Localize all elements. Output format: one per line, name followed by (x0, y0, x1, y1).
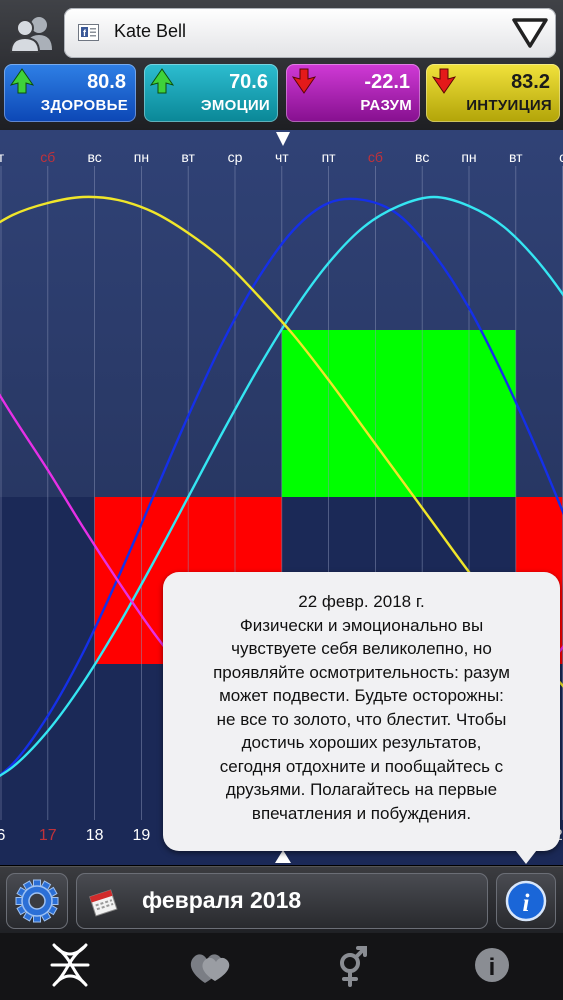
tab-bar: i (0, 933, 563, 1000)
date-label: 6 (0, 827, 6, 844)
mind-indicator[interactable]: -22.1 РАЗУМ (286, 64, 420, 122)
good-day-block (281, 330, 516, 497)
emotion-label: ЭМОЦИИ (200, 97, 270, 114)
health-value: 80.8 (87, 71, 126, 93)
intuition-indicator[interactable]: 83.2 ИНТУИЦИЯ (426, 64, 560, 122)
date-label: 18 (86, 827, 104, 844)
forecast-line: чувствуете себя великолепно, но (231, 639, 492, 658)
info-button[interactable]: i (496, 873, 556, 929)
arrow-down-icon (292, 68, 316, 94)
gender-icon (340, 946, 367, 987)
forecast-line: проявляйте осмотрительность: разум (213, 662, 510, 682)
date-label: 19 (133, 827, 151, 844)
weekday-label: чт (275, 149, 289, 165)
facebook-contact-icon: f (78, 24, 99, 41)
user-selector[interactable]: f Kate Bell (64, 8, 556, 58)
weekday-label: с (559, 149, 563, 165)
weekday-label: вс (87, 149, 101, 165)
intuition-value: 83.2 (511, 71, 550, 93)
month-selector-button[interactable]: февраля 2018 (76, 873, 488, 929)
bottom-toolbar: февраля 2018 i (0, 866, 563, 933)
arrow-up-icon (150, 68, 174, 94)
weekday-label: сб (40, 149, 55, 165)
top-header: f Kate Bell 80.8 ЗДОРОВЬЕ 70.6 ЭМОЦИИ -2… (0, 0, 563, 130)
forecast-line: сегодня отдохните и пообщайтесь с (219, 756, 504, 776)
emotion-indicator[interactable]: 70.6 ЭМОЦИИ (144, 64, 278, 122)
forecast-line: может подвести. Будьте осторожны: (219, 686, 504, 705)
arrow-up-icon (10, 68, 34, 94)
weekday-label: вс (415, 149, 429, 165)
weekday-label: вт (181, 149, 195, 165)
tab-biorhythm[interactable] (30, 939, 110, 991)
weekday-label: ср (228, 149, 243, 165)
forecast-line: Физически и эмоционально вы (239, 615, 484, 635)
settings-button[interactable] (6, 873, 68, 929)
forecast-date: 22 февр. 2018 г. (298, 592, 425, 611)
svg-text:i: i (489, 954, 496, 981)
weekday-label: пт (322, 149, 337, 165)
info-circle-icon: i (505, 880, 547, 922)
tooltip-pointer (512, 846, 540, 864)
forecast-line: достичь хороших результатов, (241, 733, 482, 752)
users-icon (9, 17, 52, 53)
weekday-label: пн (461, 149, 476, 165)
profiles-button[interactable] (8, 12, 56, 56)
tab-about[interactable]: i (452, 939, 532, 991)
forecast-text: 22 февр. 2018 г. Физически и эмоциональн… (175, 590, 548, 825)
forecast-line: друзьями. Полагайтесь на первые (225, 780, 498, 799)
health-indicator[interactable]: 80.8 ЗДОРОВЬЕ (4, 64, 136, 122)
intuition-label: ИНТУИЦИЯ (466, 97, 552, 114)
dropdown-triangle-icon[interactable] (510, 14, 550, 52)
svg-text:i: i (523, 890, 530, 917)
gear-icon (15, 879, 59, 923)
arrow-down-icon (432, 68, 456, 94)
mind-label: РАЗУМ (360, 97, 412, 114)
user-name: Kate Bell (114, 21, 187, 41)
mind-value: -22.1 (364, 71, 410, 93)
weekday-label: вт (509, 149, 523, 165)
forecast-line: впечатления и побуждения. (251, 803, 472, 823)
weekday-label: пн (134, 149, 149, 165)
forecast-line: не все то золото, что блестит. Чтобы (216, 709, 507, 729)
weekday-label: т (0, 149, 5, 165)
date-label: 17 (39, 827, 57, 844)
info-icon: i (475, 948, 509, 982)
biorhythm-icon (50, 943, 90, 987)
tab-compatibility[interactable] (172, 939, 252, 991)
weekday-label: сб (368, 149, 383, 165)
hearts-icon (190, 954, 230, 983)
calendar-icon (89, 889, 118, 917)
health-label: ЗДОРОВЬЕ (40, 97, 128, 114)
month-label: февраля 2018 (142, 887, 302, 913)
daily-forecast-tooltip: 22 февр. 2018 г. Физически и эмоциональн… (163, 572, 560, 851)
emotion-value: 70.6 (229, 71, 268, 93)
tab-gender[interactable] (312, 939, 392, 991)
